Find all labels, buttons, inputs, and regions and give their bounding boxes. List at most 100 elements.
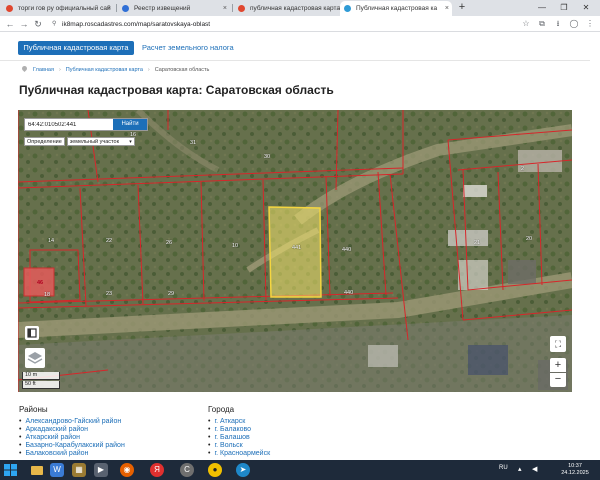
shield-favicon-icon xyxy=(122,5,129,12)
menu-dots-icon[interactable]: ⋮ xyxy=(584,18,596,30)
close-icon[interactable]: × xyxy=(223,1,227,16)
parcel-number[interactable]: 29 xyxy=(168,291,174,297)
close-icon[interactable]: × xyxy=(445,1,449,16)
tab-label: Реестр извещений xyxy=(134,5,191,12)
district-link[interactable]: Аткарский район xyxy=(19,434,125,442)
breadcrumb-section[interactable]: Публичная кадастровая карта xyxy=(66,67,143,73)
tab-label: Публичная кадастровая ка xyxy=(356,5,438,12)
district-link[interactable]: Александрово-Гайский район xyxy=(19,418,125,426)
profile-icon[interactable]: ◯ xyxy=(568,18,580,30)
cadastral-search-box: Найти xyxy=(24,118,148,131)
downloads-icon[interactable]: ⭳ xyxy=(552,18,564,30)
city-link[interactable]: г. Балашов xyxy=(208,434,270,442)
identify-mode-row: Определение земельный участок ▾ xyxy=(24,137,135,146)
word-icon[interactable]: W xyxy=(50,463,64,477)
tab-reestr[interactable]: Реестр извещений × xyxy=(118,1,230,16)
land-tax-link[interactable]: Расчет земельного налога xyxy=(142,41,234,55)
page-title: Публичная кадастровая карта: Саратовская… xyxy=(19,83,334,97)
zoom-in-button[interactable]: + xyxy=(550,358,566,372)
back-arrow-icon[interactable]: ← xyxy=(4,17,16,31)
star-icon[interactable]: ☆ xyxy=(520,18,532,30)
district-link[interactable]: Балаковский район xyxy=(19,450,125,458)
volume-icon[interactable]: ◀ xyxy=(532,465,537,473)
yandex-browser-icon[interactable]: Я xyxy=(150,463,164,477)
breadcrumb-home[interactable]: Главная xyxy=(33,67,54,73)
minus-icon: − xyxy=(554,373,562,385)
public-map-button[interactable]: Публичная кадастровая карта xyxy=(18,41,134,55)
identify-mode-label: Определение xyxy=(24,137,65,146)
city-link[interactable]: г. Красноармейск xyxy=(208,450,270,458)
zoom-out-button[interactable]: − xyxy=(550,373,566,387)
layers-icon xyxy=(27,352,43,364)
city-link[interactable]: г. Балаково xyxy=(208,426,270,434)
tab-torgi[interactable]: торги гов ру официальный сай × xyxy=(2,1,114,16)
tab-label: публичная кадастровая карта xyxy=(250,5,340,12)
close-icon[interactable]: × xyxy=(107,1,111,16)
cadastral-map[interactable]: 16 31 30 14 22 26 10 441 440 440 23 29 1… xyxy=(18,110,572,392)
telegram-icon[interactable]: ➤ xyxy=(236,463,250,477)
address-bar[interactable]: ⚲ ik8map.roscadastres.com/map/saratovska… xyxy=(52,19,512,30)
firefox-icon[interactable]: ◉ xyxy=(120,463,134,477)
sidebar-toggle-button[interactable] xyxy=(25,326,39,340)
clock-time: 10:37 xyxy=(568,463,582,469)
find-button[interactable]: Найти xyxy=(113,119,147,130)
parcel-number[interactable]: 14 xyxy=(48,238,54,244)
city-link[interactable]: г. Вольск xyxy=(208,442,270,450)
parcel-number-selected[interactable]: 441 xyxy=(292,245,301,251)
fullscreen-button[interactable]: ⛶ xyxy=(550,336,566,352)
cities-title: Города xyxy=(208,405,235,414)
district-link[interactable]: Аркадакский район xyxy=(19,426,125,434)
identify-mode-select[interactable]: земельный участок ▾ xyxy=(66,137,135,146)
yandex-favicon-icon xyxy=(238,5,245,12)
explorer-icon[interactable] xyxy=(30,463,44,477)
parcel-number[interactable]: 30 xyxy=(264,154,270,160)
system-clock[interactable]: 10:37 24.12.2025 xyxy=(558,463,592,477)
parcel-number[interactable]: 22 xyxy=(106,238,112,244)
district-link[interactable]: Базарно-Карабулакский район xyxy=(19,442,124,450)
parcel-number[interactable]: 18 xyxy=(44,292,50,298)
forward-arrow-icon[interactable]: → xyxy=(18,17,30,31)
yandex-favicon-icon xyxy=(6,5,13,12)
archive-icon[interactable]: ▦ xyxy=(72,463,86,477)
windows-start-icon[interactable] xyxy=(4,464,17,476)
url-text: ik8map.roscadastres.com/map/saratovskaya… xyxy=(62,21,211,28)
window-close-icon[interactable]: ✕ xyxy=(578,0,594,16)
parcel-number[interactable]: 440 xyxy=(342,247,351,253)
divider xyxy=(0,60,590,61)
reload-icon[interactable]: ↻ xyxy=(32,17,44,31)
chrome-icon[interactable]: ● xyxy=(208,463,222,477)
scale-imperial: 50 ft xyxy=(22,381,60,389)
identify-mode-value: земельный участок xyxy=(69,139,119,145)
new-tab-plus-icon[interactable]: + xyxy=(456,2,468,14)
plus-icon: + xyxy=(554,359,562,371)
parcel-number[interactable]: 23 xyxy=(106,291,112,297)
parcel-number[interactable]: 21 xyxy=(474,240,480,246)
tab-public-map-search[interactable]: публичная кадастровая карта × xyxy=(234,1,346,16)
maximize-icon[interactable]: ❐ xyxy=(556,0,572,16)
fullscreen-icon: ⛶ xyxy=(554,339,562,349)
city-link[interactable]: г. Аткарск xyxy=(208,418,270,426)
layers-button[interactable] xyxy=(25,348,45,368)
parcel-number[interactable]: 20 xyxy=(526,236,532,242)
parcel-number[interactable]: 440 xyxy=(344,290,353,296)
parcel-number[interactable]: 10 xyxy=(232,243,238,249)
parcel-number-occupied[interactable]: 46 xyxy=(37,280,43,286)
satellite-imagery xyxy=(18,110,572,392)
map-pin-icon xyxy=(20,64,29,73)
extensions-icon[interactable]: ⧉ xyxy=(536,18,548,30)
map-favicon-icon xyxy=(344,5,351,12)
ccleaner-icon[interactable]: C xyxy=(180,463,194,477)
parcel-number[interactable]: 31 xyxy=(190,140,196,146)
network-icon[interactable]: ▴ xyxy=(518,465,522,473)
parcel-number[interactable]: 2 xyxy=(521,166,524,172)
site-info-icon[interactable]: ⚲ xyxy=(52,19,56,30)
districts-list: Районы Александрово-Гайский район Аркада… xyxy=(19,405,125,458)
minimize-icon[interactable]: — xyxy=(534,0,550,16)
clock-date: 24.12.2025 xyxy=(561,470,589,476)
tab-public-map-active[interactable]: Публичная кадастровая ка × xyxy=(340,1,452,16)
parcel-number[interactable]: 26 xyxy=(166,240,172,246)
cadastral-number-input[interactable] xyxy=(25,119,113,130)
language-indicator[interactable]: RU xyxy=(499,465,508,471)
browser-toolbar: ← → ↻ ⚲ ik8map.roscadastres.com/map/sara… xyxy=(0,16,600,32)
media-player-icon[interactable]: ▶ xyxy=(94,463,108,477)
